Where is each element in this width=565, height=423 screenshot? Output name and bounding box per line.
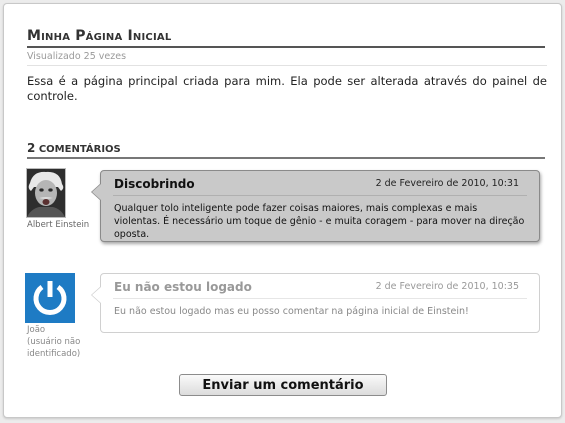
divider (27, 65, 547, 66)
portrait-photo-icon (27, 169, 65, 217)
comment-author: João (usuário não identificado) (27, 325, 81, 359)
avatar[interactable] (25, 273, 75, 323)
comment-bubble: Eu não estou logado 2 de Fevereiro de 20… (91, 273, 540, 333)
comment-date: 2 de Fevereiro de 2010, 10:35 (375, 281, 519, 292)
page-title: Minha Página Inicial (27, 28, 545, 48)
comment-body: Qualquer tolo inteligente pode fazer coi… (114, 203, 525, 240)
submit-comment-button[interactable]: Enviar um comentário (179, 374, 387, 396)
comment-title: Eu não estou logado (114, 280, 252, 294)
view-count: Visualizado 25 vezes (27, 51, 127, 62)
comments-heading: 2 COMENTÁRIOS (27, 141, 545, 159)
comment-body: Eu não estou logado mas eu posso comenta… (114, 306, 469, 317)
comments-count: 2 (27, 141, 36, 155)
divider (113, 195, 527, 196)
power-icon (25, 273, 75, 323)
page-intro-text: Essa é a página principal criada para mi… (27, 74, 547, 103)
comment-bubble: Discobrindo 2 de Fevereiro de 2010, 10:3… (91, 170, 540, 242)
comments-label: COMENTÁRIOS (38, 144, 121, 155)
comment-author[interactable]: Albert Einstein (27, 219, 89, 231)
divider (113, 298, 527, 299)
comment-date: 2 de Fevereiro de 2010, 10:31 (375, 178, 519, 189)
avatar[interactable] (26, 168, 66, 218)
comment-title: Discobrindo (114, 177, 195, 191)
